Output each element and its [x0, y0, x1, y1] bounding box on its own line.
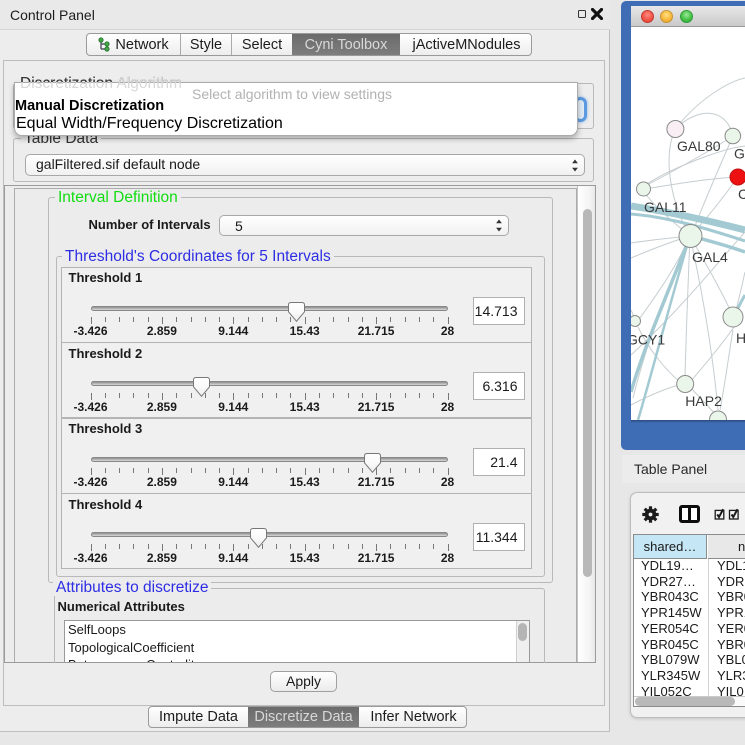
svg-text:C: C [738, 186, 745, 202]
svg-text:H: H [736, 330, 745, 346]
svg-text:GCY1: GCY1 [631, 332, 665, 348]
svg-text:HAP2: HAP2 [685, 393, 722, 409]
svg-text:GAL11: GAL11 [644, 199, 687, 215]
svg-text:GAL4: GAL4 [692, 249, 728, 265]
svg-text:GAL80: GAL80 [677, 138, 721, 154]
svg-text:GA: GA [734, 146, 745, 162]
